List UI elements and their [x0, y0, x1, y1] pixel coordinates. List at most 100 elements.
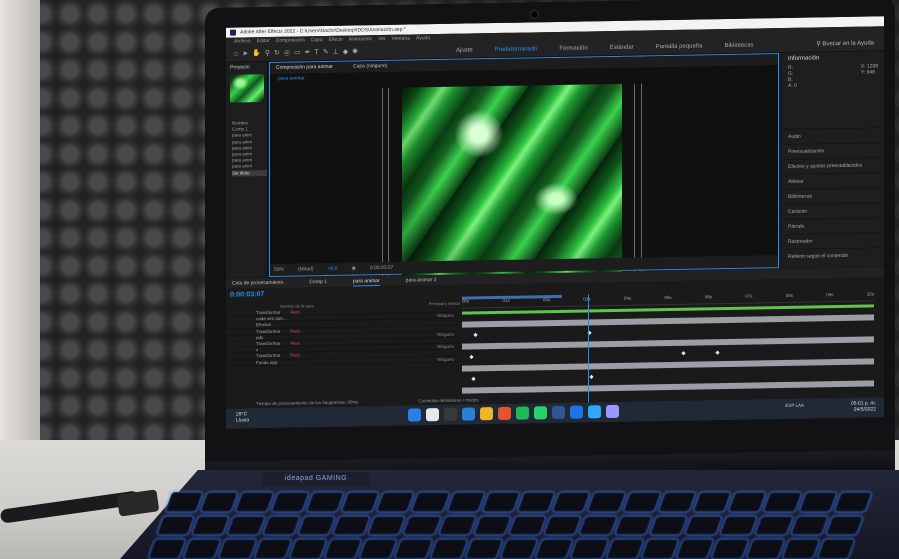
tab-para-animar[interactable]: para animar [352, 276, 380, 287]
selection-tool-icon[interactable]: ➤ [242, 49, 248, 59]
keyboard-key [640, 539, 679, 559]
hand-tool-icon[interactable]: ✋ [252, 49, 261, 59]
layer-parent[interactable]: Ninguno [437, 313, 454, 318]
menu-ventana[interactable]: Ventana [392, 35, 410, 44]
eraser-tool-icon[interactable]: ◆ [343, 48, 348, 58]
windows-start-icon[interactable] [408, 408, 421, 422]
zoom-select[interactable]: 50% [274, 264, 284, 276]
camera-snapshot-icon[interactable]: ◉ [351, 262, 355, 274]
workspace-pantalla-pequena[interactable]: Pantalla pequeña [656, 41, 703, 52]
col-layer-name[interactable]: Nombre de la capa [280, 303, 314, 309]
keyframe[interactable] [471, 376, 476, 382]
tab-render-queue[interactable]: Cola de procesamiento [232, 278, 283, 289]
keyboard-key [517, 492, 556, 512]
keyframe[interactable] [715, 350, 720, 355]
layer-name: Fondo app [256, 359, 278, 365]
puppet-tool-icon[interactable]: ✱ [352, 47, 358, 57]
playhead[interactable] [588, 294, 589, 403]
tab-para-animar-2[interactable]: para animar 2 [406, 275, 437, 286]
layer-name: nds [256, 334, 264, 340]
project-tab[interactable]: Proyecto [226, 62, 267, 73]
keyframe[interactable] [469, 354, 474, 360]
workspace-bibliotecas[interactable]: Bibliotecas [724, 41, 753, 52]
ruler-tick: 07s [745, 293, 753, 299]
firefox-icon[interactable] [498, 406, 511, 420]
pen-tool-icon[interactable]: ✒ [305, 48, 311, 58]
task-view-icon[interactable] [444, 407, 457, 421]
keyboard-key [402, 515, 442, 536]
language-indicator[interactable]: ESP LAA [785, 403, 804, 408]
system-clock[interactable]: 05:01 p. m. 24/5/2022 [851, 400, 876, 412]
search-icon[interactable] [426, 408, 439, 422]
keyboard-key [323, 539, 363, 559]
widgets-icon[interactable] [462, 407, 475, 421]
info-values: R: G: B: A: 0 X: 1298 Y: 948 [782, 63, 884, 89]
keyboard-key [411, 492, 450, 512]
ruler-tick: 09s [826, 292, 834, 298]
word-icon[interactable] [552, 405, 565, 420]
menu-editar[interactable]: Editar [257, 37, 270, 46]
menu-efecto[interactable]: Efecto [329, 36, 343, 45]
layer-name: Transformar [256, 353, 281, 359]
workspace-estandar[interactable]: Estándar [610, 43, 634, 53]
stamp-tool-icon[interactable]: ⊥ [333, 48, 339, 58]
composition-breadcrumb[interactable]: para animar [278, 75, 305, 81]
timeline-timecode[interactable]: 0:00:03:07 [230, 291, 264, 299]
keyboard-key [288, 539, 327, 559]
composition-viewer[interactable] [402, 83, 622, 278]
help-search-label: Buscar en la Ayuda [822, 40, 874, 48]
keyboard-key [182, 539, 222, 559]
layer-parent[interactable]: Ninguno [437, 344, 454, 349]
layer-parent[interactable]: Ninguno [437, 356, 454, 361]
col-parent[interactable]: Principal y enlace [429, 301, 460, 307]
guide-line [382, 88, 383, 279]
photoshop-icon[interactable] [588, 405, 601, 419]
exposure-value[interactable]: +0,0 [328, 263, 338, 275]
project-item-selected[interactable]: Sin título [232, 169, 267, 177]
keyframe[interactable] [589, 374, 594, 379]
comp-timecode[interactable]: 0:00:03:07 [370, 262, 394, 274]
workspace-formacion[interactable]: Formación [559, 43, 587, 53]
tab-composition[interactable]: Composición para animar [276, 62, 333, 74]
keyframe[interactable] [681, 351, 686, 356]
rotate-tool-icon[interactable]: ↻ [274, 49, 280, 59]
guide-line [388, 87, 389, 278]
shape-tool-icon[interactable]: ▭ [294, 48, 301, 58]
tab-comp-1[interactable]: Comp 1 [309, 277, 327, 287]
keyframe[interactable] [473, 332, 478, 338]
layer-parent[interactable]: Ninguno [437, 332, 454, 337]
spotify-icon[interactable] [516, 406, 529, 420]
menu-animacion[interactable]: Animación [349, 35, 372, 44]
keyboard-key [781, 539, 820, 559]
home-icon[interactable]: ⌂ [234, 50, 238, 60]
tab-layer[interactable]: Capa (ninguno) [353, 61, 387, 73]
ruler-tick: 04s [623, 295, 632, 301]
file-explorer-icon[interactable] [480, 407, 493, 421]
menu-ver[interactable]: Ver [378, 35, 386, 44]
chrome-icon[interactable] [570, 405, 583, 419]
help-search[interactable]: ⚲ Buscar en la Ayuda [816, 38, 874, 49]
panel-content-aware-fill[interactable]: Relleno según el contenido [782, 247, 884, 265]
keyboard-key [746, 539, 785, 559]
weather-widget[interactable]: 28°C Lluvia [236, 411, 249, 423]
taskbar-apps [408, 404, 619, 422]
camera-tool-icon[interactable]: ◎ [284, 49, 290, 59]
keyboard-key [464, 539, 503, 559]
menu-ayuda[interactable]: Ayuda [416, 34, 430, 43]
brush-tool-icon[interactable]: ✎ [323, 48, 329, 58]
menu-archivo[interactable]: Archivo [234, 37, 251, 46]
workspace-predeterminado[interactable]: Predeterminado [495, 44, 538, 55]
zoom-tool-icon[interactable]: ⚲ [265, 49, 270, 59]
type-tool-icon[interactable]: T [314, 48, 318, 58]
keyboard-key [614, 515, 653, 536]
weather-desc: Lluvia [236, 417, 250, 424]
layer-name: Transformar [256, 328, 281, 334]
resolution-select[interactable]: (Mitad) [298, 263, 314, 275]
ajuste-checkbox[interactable]: Ajuste [456, 45, 473, 55]
keyboard-key [790, 515, 829, 536]
keyboard-key [358, 539, 398, 559]
whatsapp-icon[interactable] [534, 406, 547, 420]
menu-capa[interactable]: Capa [311, 36, 323, 45]
after-effects-icon[interactable] [606, 404, 619, 419]
toggle-switches-modes[interactable]: Conmutar definidores / modos [418, 397, 478, 403]
